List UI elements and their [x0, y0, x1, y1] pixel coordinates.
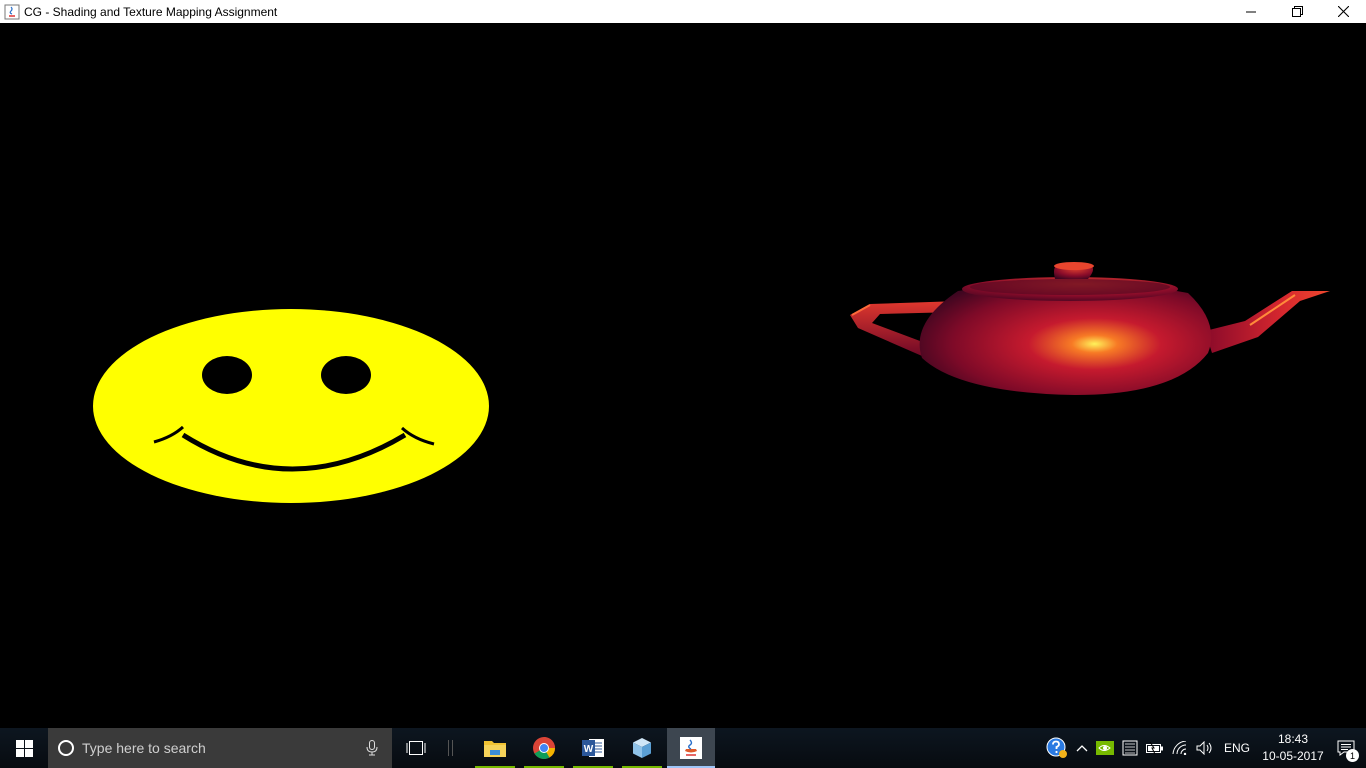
tray-nvidia[interactable] — [1092, 728, 1118, 768]
wifi-icon — [1172, 741, 1187, 755]
task-view-icon — [406, 741, 426, 755]
restore-icon — [1291, 6, 1303, 17]
teapot-spout — [1205, 291, 1330, 353]
smiley-face — [93, 309, 489, 503]
smiley-face-disc — [93, 309, 489, 503]
taskbar-separator — [448, 740, 453, 756]
close-icon — [1337, 6, 1349, 17]
battery-icon — [1145, 742, 1163, 754]
action-center-button[interactable]: 1 — [1326, 728, 1366, 768]
clock-time: 18:43 — [1277, 732, 1309, 746]
taskbar-app-file-explorer[interactable] — [471, 728, 519, 768]
taskbar-app-java[interactable] — [667, 728, 715, 768]
chrome-icon — [533, 737, 555, 759]
minimize-icon — [1246, 11, 1256, 12]
system-tray: ENG 18:43 10-05-2017 1 — [1042, 728, 1366, 768]
window-controls — [1228, 0, 1366, 23]
tray-help[interactable] — [1042, 728, 1072, 768]
help-icon — [1046, 737, 1067, 758]
taskbar-app-chrome[interactable] — [520, 728, 568, 768]
search-placeholder: Type here to search — [82, 740, 206, 756]
restore-button[interactable] — [1274, 0, 1320, 23]
clock-date: 10-05-2017 — [1262, 749, 1324, 763]
taskbar-app-word[interactable]: W — [569, 728, 617, 768]
teapot — [850, 262, 1330, 395]
smiley-right-eye — [321, 356, 371, 394]
java-app-icon — [4, 4, 20, 20]
tray-show-hidden[interactable] — [1072, 728, 1092, 768]
cortana-icon — [58, 740, 74, 756]
window-title: CG - Shading and Texture Mapping Assignm… — [24, 4, 278, 19]
taskbar-app-virtualbox[interactable] — [618, 728, 666, 768]
tray-keyboard[interactable] — [1118, 728, 1142, 768]
cube-icon — [633, 738, 651, 758]
teapot-knob-top — [1054, 262, 1094, 270]
notification-count-badge: 1 — [1346, 749, 1359, 762]
microphone-icon[interactable] — [366, 740, 378, 756]
speaker-icon — [1196, 741, 1212, 755]
close-button[interactable] — [1320, 0, 1366, 23]
tray-volume[interactable] — [1192, 728, 1218, 768]
smiley-left-eye — [202, 356, 252, 394]
clock[interactable]: 18:43 10-05-2017 — [1260, 731, 1326, 765]
input-device-icon — [1122, 740, 1138, 756]
minimize-button[interactable] — [1228, 0, 1274, 23]
chevron-up-icon — [1076, 745, 1088, 752]
word-icon: W — [582, 739, 604, 757]
tray-battery[interactable] — [1142, 728, 1168, 768]
windows-logo-icon — [15, 739, 33, 757]
search-box[interactable]: Type here to search — [48, 728, 392, 768]
teapot-lid-inner — [970, 279, 1170, 295]
scene — [93, 262, 1330, 503]
taskbar: Type here to search W ENG 18:43 10-05-20… — [0, 728, 1366, 768]
language-indicator[interactable]: ENG — [1218, 741, 1260, 755]
tray-wifi[interactable] — [1168, 728, 1192, 768]
nvidia-icon — [1095, 741, 1114, 755]
start-button[interactable] — [0, 728, 48, 768]
render-canvas[interactable] — [0, 23, 1366, 728]
folder-icon — [484, 741, 506, 757]
java-icon — [680, 737, 702, 759]
task-view-button[interactable] — [392, 728, 440, 768]
svg-text:W: W — [584, 744, 594, 755]
window-titlebar[interactable]: CG - Shading and Texture Mapping Assignm… — [0, 0, 1366, 23]
